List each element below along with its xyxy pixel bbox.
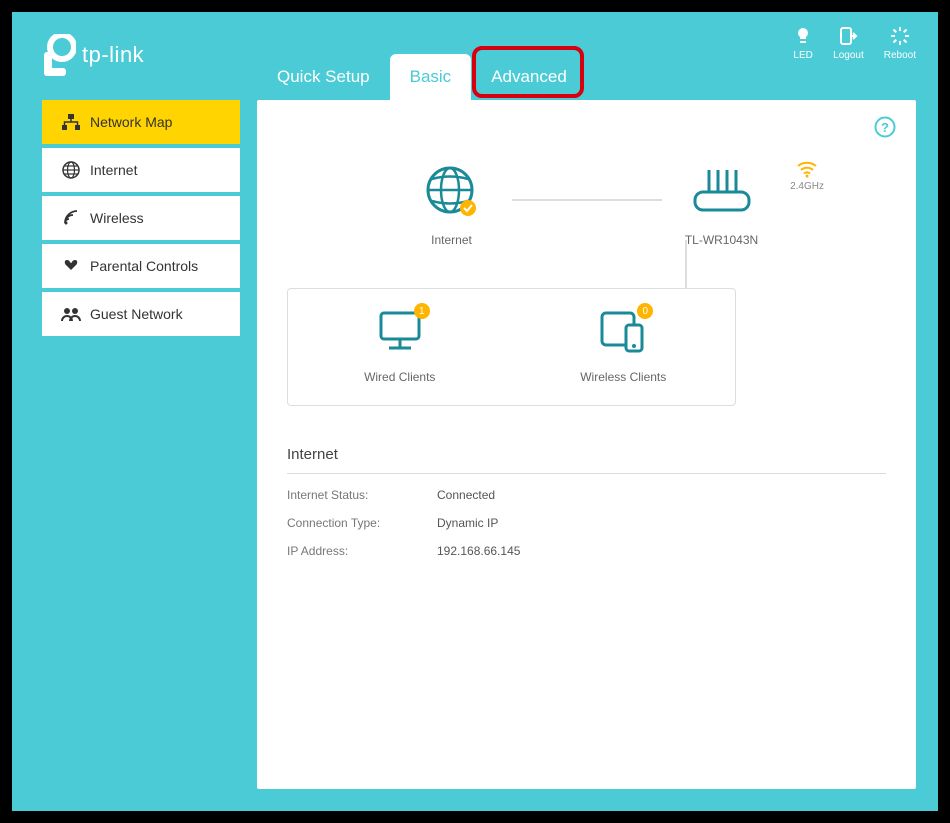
wireless-count-badge: 0	[637, 303, 653, 319]
wifi-band-indicator[interactable]: 2.4GHz	[790, 160, 824, 192]
tplink-logo-icon	[42, 34, 76, 76]
help-icon: ?	[874, 116, 896, 138]
parental-icon	[58, 258, 84, 274]
logout-button[interactable]: Logout	[833, 26, 864, 61]
sidebar-item-internet[interactable]: Internet	[42, 148, 240, 192]
topology-vertical-connector	[685, 240, 687, 288]
network-map-icon	[58, 114, 84, 130]
header-actions: LED Logout Reboot	[793, 26, 916, 61]
topology-connector	[512, 199, 662, 201]
details-section: Internet Internet Status: Connected Conn…	[287, 446, 886, 558]
tab-quick-setup[interactable]: Quick Setup	[257, 54, 390, 100]
topology-internet[interactable]: Internet	[392, 164, 512, 247]
router-icon	[687, 164, 757, 220]
led-button[interactable]: LED	[793, 26, 813, 61]
wireless-clients[interactable]: 0 Wireless Clients	[512, 289, 736, 405]
tab-advanced[interactable]: Advanced	[471, 54, 587, 100]
sidebar-item-label: Guest Network	[90, 306, 183, 322]
topology-router-label: TL-WR1043N	[662, 233, 782, 247]
detail-label: Connection Type:	[287, 516, 437, 530]
globe-icon	[58, 161, 84, 179]
internet-globe-icon	[424, 164, 480, 220]
detail-label: IP Address:	[287, 544, 437, 558]
help-button[interactable]: ?	[874, 116, 896, 143]
wired-clients[interactable]: 1 Wired Clients	[288, 289, 512, 405]
logout-icon	[838, 26, 858, 46]
sidebar-item-network-map[interactable]: Network Map	[42, 100, 240, 144]
detail-value: Dynamic IP	[437, 516, 498, 530]
tab-basic[interactable]: Basic	[390, 54, 472, 100]
sidebar-item-parental-controls[interactable]: Parental Controls	[42, 244, 240, 288]
detail-row: Internet Status: Connected	[287, 488, 886, 502]
svg-text:?: ?	[881, 120, 889, 135]
brand-name: tp-link	[82, 42, 144, 68]
wifi-icon	[796, 160, 818, 178]
detail-value: Connected	[437, 488, 495, 502]
brand-logo: tp-link	[42, 34, 144, 76]
sidebar-item-wireless[interactable]: Wireless	[42, 196, 240, 240]
top-tabs: Quick Setup Basic Advanced	[257, 54, 587, 100]
details-heading: Internet	[287, 446, 886, 474]
sidebar-item-label: Network Map	[90, 114, 172, 130]
content-panel: ? Internet	[257, 100, 916, 789]
sidebar-item-label: Wireless	[90, 210, 144, 226]
reboot-button[interactable]: Reboot	[884, 26, 916, 61]
sidebar-item-label: Internet	[90, 162, 137, 178]
wireless-icon	[58, 209, 84, 227]
detail-value: 192.168.66.145	[437, 544, 520, 558]
reboot-icon	[890, 26, 910, 46]
sidebar-item-guest-network[interactable]: Guest Network	[42, 292, 240, 336]
router-admin-frame: tp-link Quick Setup Basic Advanced LED L…	[12, 12, 938, 811]
clients-box: 1 Wired Clients 0 Wireless Clients	[287, 288, 736, 406]
topology-internet-label: Internet	[392, 233, 512, 247]
detail-row: IP Address: 192.168.66.145	[287, 544, 886, 558]
led-icon	[793, 26, 813, 46]
detail-label: Internet Status:	[287, 488, 437, 502]
sidebar-item-label: Parental Controls	[90, 258, 198, 274]
detail-row: Connection Type: Dynamic IP	[287, 516, 886, 530]
wireless-clients-label: Wireless Clients	[512, 370, 736, 384]
wired-count-badge: 1	[414, 303, 430, 319]
topology-router[interactable]: TL-WR1043N	[662, 164, 782, 247]
guest-icon	[58, 306, 84, 322]
sidebar: Network Map Internet Wireless Parental C…	[42, 100, 240, 340]
wired-clients-label: Wired Clients	[288, 370, 512, 384]
